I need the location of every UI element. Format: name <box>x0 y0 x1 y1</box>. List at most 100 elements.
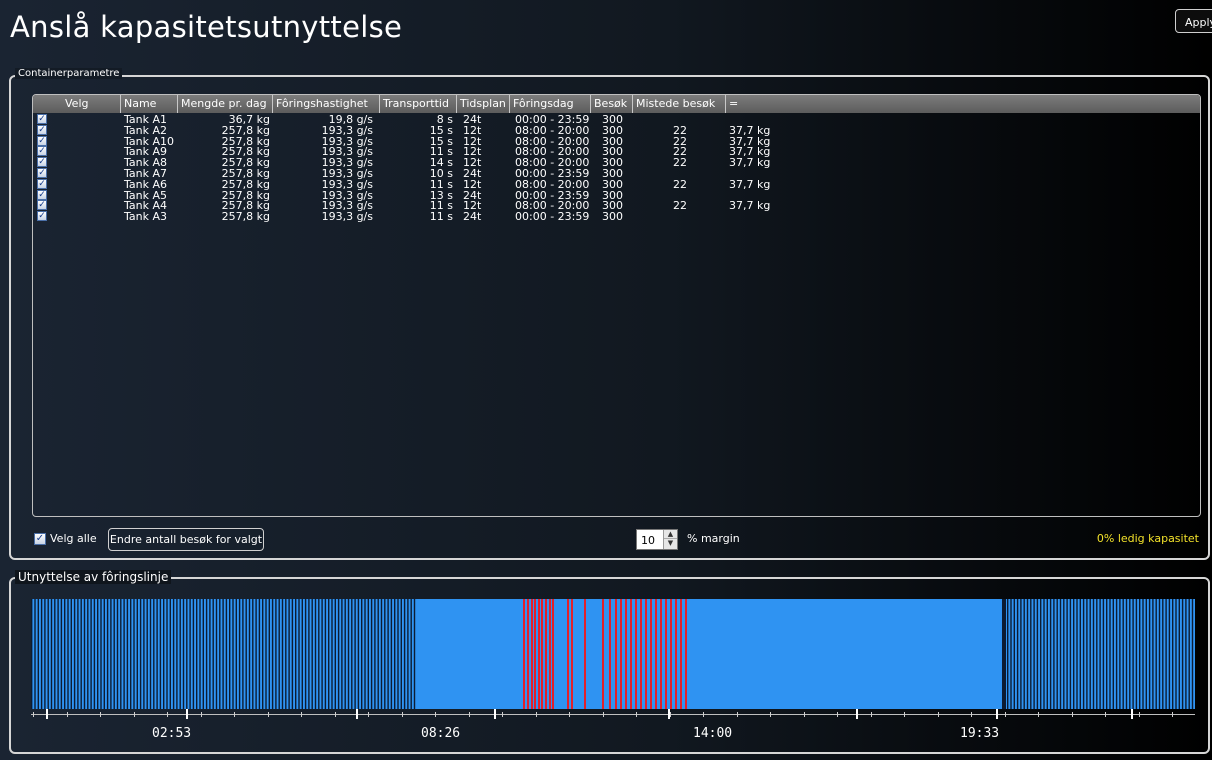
change-visits-button[interactable]: Endre antall besøk for valgt <box>108 528 264 551</box>
feeding-stripe <box>60 599 63 709</box>
row-select-checkbox[interactable]: ✓ <box>37 146 47 157</box>
cell-extra: 37,7 kg <box>729 199 771 213</box>
feeding-stripe <box>1056 599 1058 709</box>
feeding-stripe <box>196 599 198 709</box>
feeding-stripe <box>1063 599 1065 709</box>
feeding-stripe <box>100 599 102 709</box>
feeding-stripe <box>146 599 148 709</box>
feeding-stripe <box>1155 599 1157 709</box>
row-select-checkbox[interactable]: ✓ <box>37 157 47 168</box>
cell-missed: 22 <box>673 156 687 170</box>
row-select-checkbox[interactable]: ✓ <box>37 189 47 200</box>
missed-visit-stripe <box>541 599 543 709</box>
feeding-stripe <box>318 599 320 709</box>
feeding-stripe <box>153 599 155 709</box>
missed-visit-stripe <box>670 599 672 709</box>
column-header-missed-visits[interactable]: Mistede besøk <box>633 95 726 113</box>
feeding-stripe <box>229 599 231 709</box>
feeding-stripe <box>367 599 369 709</box>
feeding-stripe <box>1158 599 1161 709</box>
feeding-stripe <box>1188 599 1190 709</box>
feeding-stripe <box>1112 599 1114 709</box>
column-header-amount[interactable]: Mengde pr. dag <box>178 95 273 113</box>
margin-value[interactable]: 10 <box>641 534 655 547</box>
feeding-stripe <box>265 599 267 709</box>
margin-stepper[interactable]: 10 ▲ ▼ <box>636 529 678 550</box>
feeding-stripe <box>285 599 287 709</box>
column-header-name[interactable]: Name <box>121 95 178 113</box>
feeding-stripe <box>1020 599 1022 709</box>
minor-tick <box>301 712 302 717</box>
missed-visit-stripe <box>531 599 533 709</box>
minor-tick <box>1071 712 1073 717</box>
stepper-up-icon[interactable]: ▲ <box>664 530 677 539</box>
minor-tick <box>1038 712 1039 717</box>
column-header-equals[interactable]: = <box>726 95 1200 113</box>
cell-transport: 11 s <box>429 210 453 224</box>
missed-visit-stripe <box>660 599 662 709</box>
row-select-checkbox[interactable]: ✓ <box>37 135 47 146</box>
select-all-checkbox[interactable]: ✓ <box>34 533 46 545</box>
feeding-stripe <box>1119 599 1121 709</box>
missed-visit-stripe <box>527 599 529 709</box>
container-parameters-legend: Containerparametre <box>15 68 123 79</box>
row-select-checkbox[interactable]: ✓ <box>37 200 47 211</box>
missed-visit-stripe <box>680 599 682 709</box>
minor-tick <box>100 712 101 717</box>
feeding-stripe <box>1033 599 1035 709</box>
feeding-stripe <box>1102 599 1105 709</box>
missed-visit-stripe <box>549 599 551 709</box>
column-header-velg[interactable]: Velg <box>33 95 121 113</box>
feeding-stripe <box>298 599 300 709</box>
missed-visit-stripe <box>625 599 627 709</box>
feeding-stripe <box>116 599 119 709</box>
row-select-checkbox[interactable]: ✓ <box>37 211 47 222</box>
feeding-stripe <box>1175 599 1177 709</box>
feeding-stripe <box>308 599 310 709</box>
feeding-stripe <box>1152 599 1154 709</box>
utilization-legend: Utnyttelse av fôringslinje <box>15 570 172 584</box>
feeding-stripe <box>275 599 277 709</box>
feeding-stripe <box>1148 599 1151 709</box>
column-header-visits[interactable]: Besøk <box>591 95 633 113</box>
feeding-stripe <box>364 599 366 709</box>
feeding-stripe <box>1066 599 1068 709</box>
feeding-stripe <box>390 599 393 709</box>
feeding-stripe <box>90 599 92 709</box>
feeding-stripe <box>351 599 353 709</box>
feeding-stripe <box>1165 599 1167 709</box>
feeding-stripe <box>258 599 261 709</box>
feeding-stripe <box>1073 599 1075 709</box>
column-header-feeding-day[interactable]: Fôringsdag <box>510 95 591 113</box>
minor-tick <box>535 712 537 717</box>
feeding-stripe <box>34 599 36 709</box>
feeding-stripe <box>169 599 171 709</box>
minor-tick <box>66 712 68 717</box>
stepper-down-icon[interactable]: ▼ <box>664 539 677 548</box>
feeding-stripe <box>370 599 373 709</box>
feeding-stripe <box>31 599 33 709</box>
column-header-schedule[interactable]: Tidsplan <box>457 95 510 113</box>
row-select-checkbox[interactable]: ✓ <box>37 114 47 124</box>
row-select-checkbox[interactable]: ✓ <box>37 168 47 178</box>
row-select-checkbox[interactable]: ✓ <box>37 178 47 189</box>
minor-tick <box>267 712 269 717</box>
feeding-stripe <box>288 599 290 709</box>
column-header-transport[interactable]: Transporttid <box>380 95 457 113</box>
feeding-stripe <box>73 599 76 709</box>
minor-tick <box>569 712 570 717</box>
cell-extra: 37,7 kg <box>729 177 771 191</box>
feeding-stripe <box>156 599 158 709</box>
column-header-feed-rate[interactable]: Fôringshastighet <box>273 95 380 113</box>
feeding-stripe <box>1185 599 1187 709</box>
apply-button[interactable]: Apply <box>1175 9 1212 33</box>
table-row[interactable]: ✓ Tank A3 257,8 kg 193,3 g/s 11 s 24t 00:00 - … <box>33 211 1200 222</box>
feeding-stripe <box>1099 599 1101 709</box>
cell-amount: 257,8 kg <box>221 210 270 224</box>
cell-schedule: 24t <box>463 210 482 224</box>
row-select-checkbox[interactable]: ✓ <box>37 124 47 135</box>
feeding-stripe <box>1082 599 1085 709</box>
stepper-buttons: ▲ ▼ <box>663 530 677 549</box>
cell-missed: 22 <box>673 177 687 191</box>
feeding-stripe <box>341 599 343 709</box>
